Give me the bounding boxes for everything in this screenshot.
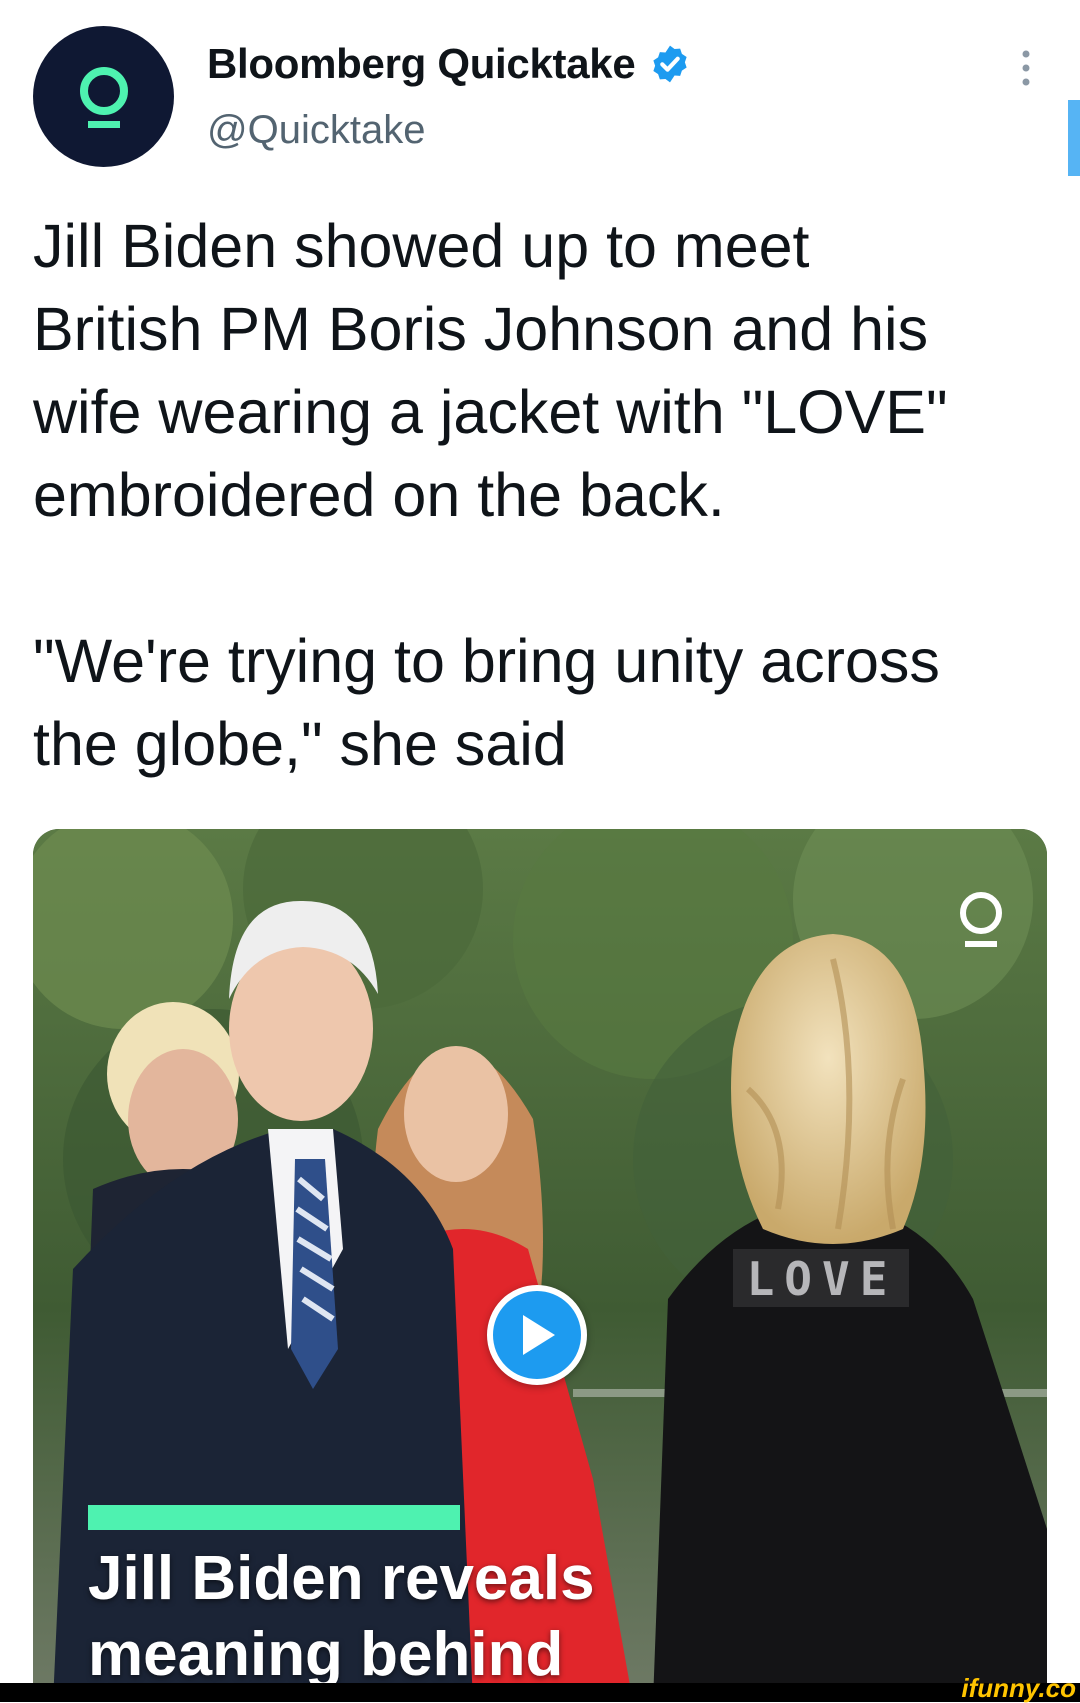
tweet-text-line: Jill Biden showed up to meet xyxy=(33,212,810,280)
caption-accent-bar xyxy=(88,1505,460,1530)
quicktake-logo-icon xyxy=(79,66,128,128)
caption-line: Jill Biden reveals xyxy=(88,1544,595,1613)
tweet-text-line: wife wearing a jacket with "LOVE" xyxy=(33,378,948,446)
quicktake-logo-icon xyxy=(960,892,1002,947)
video-caption: Jill Biden reveals meaning behind xyxy=(88,1541,1038,1693)
tweet-quote-line: the globe," she said xyxy=(33,710,567,778)
footer-bar xyxy=(0,1683,1080,1702)
more-vertical-icon[interactable] xyxy=(1016,48,1036,88)
play-icon xyxy=(523,1315,555,1355)
caption-line: meaning behind xyxy=(88,1620,564,1689)
jacket-text: LOVE xyxy=(746,1252,898,1306)
tweet-text-line: British PM Boris Johnson and his xyxy=(33,295,929,363)
handle[interactable]: @Quicktake xyxy=(207,108,425,153)
tweet-quote-line: "We're trying to bring unity across xyxy=(33,627,940,695)
watermark: ifunny.co xyxy=(961,1673,1076,1703)
scroll-indicator xyxy=(1068,100,1080,176)
author-row: Bloomberg Quicktake xyxy=(207,40,691,88)
tweet-text-line: embroidered on the back. xyxy=(33,461,725,529)
video-thumbnail[interactable]: LOVE Jill Biden reveals meaning behind xyxy=(33,829,1047,1702)
tweet-text: Jill Biden showed up to meet British PM … xyxy=(33,205,1053,786)
display-name[interactable]: Bloomberg Quicktake xyxy=(207,40,636,88)
avatar[interactable] xyxy=(33,26,174,167)
verified-badge-icon xyxy=(653,45,688,83)
play-button[interactable] xyxy=(487,1285,587,1385)
